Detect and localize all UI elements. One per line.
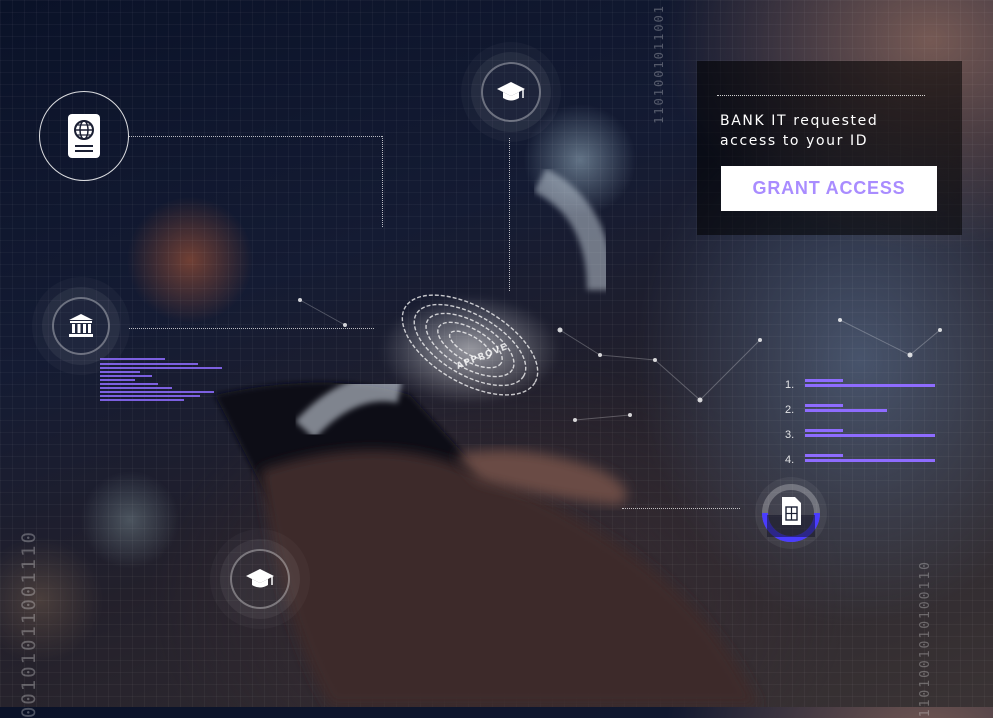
connector-graduation (509, 138, 510, 291)
list-item: 1. (785, 379, 945, 395)
connector-sim (622, 508, 740, 509)
list-item: 2. (785, 404, 945, 420)
binary-strip-left: 00101011001110 (18, 530, 40, 718)
access-request-panel: BANK IT requested access to your ID GRAN… (697, 61, 962, 235)
graduation-cap-icon (497, 82, 525, 101)
grant-access-button[interactable]: GRANT ACCESS (721, 166, 937, 211)
rotate-arrow-right (533, 168, 613, 291)
bank-icon (69, 314, 93, 337)
passport-icon (68, 114, 100, 158)
list-item-number: 1. (785, 379, 795, 391)
graduation-node-bottom[interactable] (230, 549, 290, 609)
panel-separator (717, 95, 925, 96)
sim-node[interactable] (755, 477, 827, 549)
sim-card-icon (782, 497, 801, 525)
list-item: 4. (785, 454, 945, 470)
graduation-node-top[interactable] (481, 62, 541, 122)
sim-progress-ring (762, 484, 820, 542)
binary-strip-top: 1101001011001 (652, 4, 666, 124)
data-scan-lines (100, 358, 225, 406)
list-item: 3. (785, 429, 945, 445)
passport-node[interactable] (39, 91, 129, 181)
access-request-message: BANK IT requested access to your ID (720, 113, 879, 149)
list-item-number: 3. (785, 429, 795, 441)
connector-bank (129, 328, 374, 329)
bank-node[interactable] (52, 297, 110, 355)
connector-passport (129, 136, 382, 137)
list-item-number: 4. (785, 454, 795, 466)
graduation-cap-icon (246, 569, 274, 588)
list-item-number: 2. (785, 404, 795, 416)
binary-strip-right: 1101001010100110 (918, 560, 933, 718)
hand-shape (260, 450, 760, 707)
connector-passport-vertical (382, 136, 383, 227)
